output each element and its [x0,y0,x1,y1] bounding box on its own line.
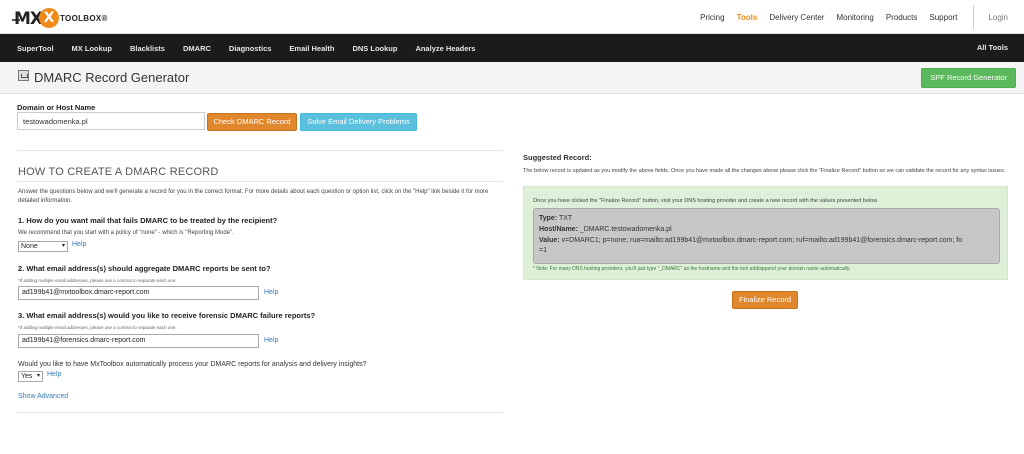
record-value: Value: v=DMARC1; p=none; rua=mailto:ad19… [539,237,963,244]
intro-text: Answer the questions below and we'll gen… [18,189,489,204]
tool-dns-lookup[interactable]: DNS Lookup [352,44,397,53]
suggested-record-description: The below record is updated as you modif… [523,168,1006,174]
question-1-note: We recommend that you start with a polic… [18,230,234,236]
help-link-forensic[interactable]: Help [264,337,278,344]
help-link-auto-process[interactable]: Help [47,371,61,378]
check-dmarc-record-button[interactable]: Check DMARC Record [207,113,297,131]
logo-toolbox-text: TOOLBOX® [60,14,108,23]
logo-mx-text: MX [14,9,43,29]
record-host: Host/Name: _DMARC.testowadomenka.pl [539,226,672,233]
tool-blacklists[interactable]: Blacklists [130,44,165,53]
top-nav: Pricing Tools Delivery Center Monitoring… [694,0,1024,34]
divider [17,150,503,151]
help-link-aggregate[interactable]: Help [264,289,278,296]
question-4: Would you like to have MxToolbox automat… [18,361,367,368]
solve-email-delivery-button[interactable]: Solve Email Delivery Problems [300,113,417,131]
suggested-record-label: Suggested Record: [523,153,592,162]
forensic-email-input[interactable]: ad199b41@forensics.dmarc-report.com [18,334,259,348]
hosting-footnote: * Note: For many DNS hosting providers, … [533,266,851,272]
domain-input[interactable] [17,112,205,130]
tool-email-health[interactable]: Email Health [289,44,334,53]
all-tools-link[interactable]: All Tools [977,34,1008,62]
question-1: 1. How do you want mail that fails DMARC… [18,216,278,225]
tool-supertool[interactable]: SuperTool [17,44,54,53]
tool-diagnostics[interactable]: Diagnostics [229,44,272,53]
nav-login[interactable]: Login [988,13,1008,22]
tool-dmarc[interactable]: DMARC [183,44,211,53]
tool-mx-lookup[interactable]: MX Lookup [72,44,112,53]
tools-nav-bar: SuperTool MX Lookup Blacklists DMARC Dia… [0,34,1024,62]
nav-pricing[interactable]: Pricing [700,13,724,22]
record-value-continued: =1 [539,247,547,254]
record-type: Type: TXT [539,215,573,222]
tool-analyze-headers[interactable]: Analyze Headers [415,44,475,53]
question-3-note: *If adding multiple email addresses, ple… [18,325,177,330]
chevron-down-icon: ▾ [36,373,40,379]
spf-record-generator-button[interactable]: SPF Record Generator [921,68,1016,88]
nav-support[interactable]: Support [929,13,957,22]
policy-select[interactable]: None ▾ [18,241,68,252]
question-2: 2. What email address(s) should aggregat… [18,264,271,273]
page-title-bar: DMARC Record Generator SPF Record Genera… [0,62,1024,94]
suggested-record-box: Once you have clicked the "Finalize Reco… [523,186,1008,280]
record-values-box: Type: TXT Host/Name: _DMARC.testowadomen… [533,208,1000,264]
show-advanced-link[interactable]: Show Advanced [18,393,68,400]
section-title: HOW TO CREATE A DMARC RECORD [18,166,219,178]
nav-divider [973,5,975,29]
question-3: 3. What email address(s) would you like … [18,311,316,320]
chevron-down-icon: ▾ [61,243,65,249]
help-link-policy[interactable]: Help [72,241,86,248]
question-2-note: *If adding multiple email addresses, ple… [18,278,177,283]
top-header: MX X TOOLBOX® Pricing Tools Delivery Cen… [0,0,1024,34]
dmarc-envelope-icon [18,70,29,81]
domain-label: Domain or Host Name [17,103,96,112]
dns-instruction: Once you have clicked the "Finalize Reco… [533,198,879,204]
nav-tools[interactable]: Tools [737,13,758,22]
auto-process-select[interactable]: Yes ▾ [18,371,43,382]
nav-delivery-center[interactable]: Delivery Center [769,13,824,22]
aggregate-email-input[interactable]: ad199b41@mxtoolbox.dmarc-report.com [18,286,259,300]
mxtoolbox-logo[interactable]: MX X TOOLBOX® [12,8,108,29]
divider [17,412,503,413]
nav-monitoring[interactable]: Monitoring [836,13,873,22]
finalize-record-button[interactable]: Finalize Record [732,291,798,309]
page-title: DMARC Record Generator [34,70,190,85]
logo-x-icon: X [39,8,59,28]
nav-products[interactable]: Products [886,13,918,22]
divider [17,181,503,182]
